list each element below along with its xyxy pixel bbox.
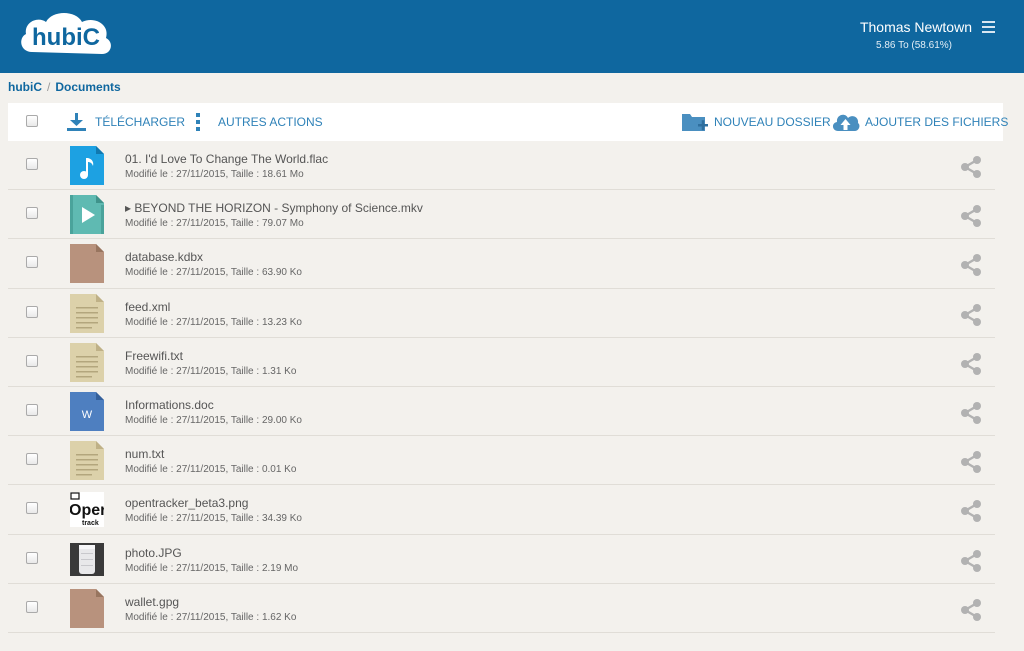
text-file-icon[interactable] <box>70 441 104 481</box>
file-meta: Modifié le : 27/11/2015, Taille : 0.01 K… <box>125 464 297 476</box>
generic-file-icon[interactable] <box>70 588 104 628</box>
share-icon[interactable] <box>959 204 983 228</box>
file-meta: Modifié le : 27/11/2015, Taille : 29.00 … <box>125 414 302 426</box>
user-block[interactable]: Thomas Newtown 5.86 To (58.61%) <box>860 18 972 53</box>
file-name[interactable]: num.txt <box>125 447 164 461</box>
toolbar: TÉLÉCHARGER AUTRES ACTIONS NOUVEAU DOSSI… <box>8 103 1008 141</box>
generic-file-icon[interactable] <box>70 244 104 284</box>
row-checkbox[interactable] <box>26 403 38 416</box>
breadcrumb: hubiC / Documents <box>8 80 121 94</box>
file-name[interactable]: feed.xml <box>125 300 170 314</box>
download-label: TÉLÉCHARGER <box>95 115 186 129</box>
file-name[interactable]: photo.JPG <box>125 546 182 560</box>
file-meta: Modifié le : 27/11/2015, Taille : 1.62 K… <box>125 611 297 623</box>
file-meta: Modifié le : 27/11/2015, Taille : 34.39 … <box>125 513 302 525</box>
file-name[interactable]: opentracker_beta3.png <box>125 496 248 510</box>
file-meta: Modifié le : 27/11/2015, Taille : 2.19 M… <box>125 562 299 574</box>
row-checkbox[interactable] <box>26 453 38 466</box>
new-folder-label: NOUVEAU DOSSIER <box>714 115 831 129</box>
file-row[interactable]: photo.JPG Modifié le : 27/11/2015, Taill… <box>8 535 995 584</box>
row-checkbox[interactable] <box>26 502 38 515</box>
file-name[interactable]: wallet.gpg <box>125 595 179 609</box>
share-icon[interactable] <box>959 155 983 179</box>
image-thumbnail-icon[interactable]: Oper track <box>70 490 104 529</box>
file-row[interactable]: database.kdbx Modifié le : 27/11/2015, T… <box>8 239 995 289</box>
file-meta: Modifié le : 27/11/2015, Taille : 79.07 … <box>125 218 304 230</box>
logo-text: hubiC <box>32 24 100 51</box>
file-row[interactable]: 01. I'd Love To Change The World.flac Mo… <box>8 141 995 191</box>
app-header: hubiC Thomas Newtown 5.86 To (58.61%) <box>0 0 1024 73</box>
share-icon[interactable] <box>959 598 983 622</box>
file-row[interactable]: ▸ BEYOND THE HORIZON - Symphony of Scien… <box>8 190 995 240</box>
row-checkbox[interactable] <box>26 551 38 564</box>
file-row[interactable]: feed.xml Modifié le : 27/11/2015, Taille… <box>8 289 995 338</box>
share-icon[interactable] <box>959 549 983 573</box>
text-file-icon[interactable] <box>70 342 104 382</box>
share-icon[interactable] <box>959 303 983 327</box>
add-files-label: AJOUTER DES FICHIERS <box>865 115 1009 129</box>
breadcrumb-root[interactable]: hubiC <box>8 80 42 94</box>
row-checkbox[interactable] <box>26 158 38 170</box>
vertical-dots-icon <box>196 113 200 131</box>
file-meta: Modifié le : 27/11/2015, Taille : 1.31 K… <box>125 365 297 377</box>
file-row[interactable]: Freewifi.txt Modifié le : 27/11/2015, Ta… <box>8 338 995 387</box>
row-checkbox[interactable] <box>26 256 38 269</box>
file-name[interactable]: database.kdbx <box>125 250 203 264</box>
file-row[interactable]: W Informations.doc Modifié le : 27/11/20… <box>8 387 995 437</box>
thumbnail-text: Oper <box>70 502 104 519</box>
word-icon-letter: W <box>82 409 93 421</box>
file-row[interactable]: Oper track opentracker_beta3.png Modifié… <box>8 485 995 535</box>
audio-file-icon[interactable] <box>70 146 104 185</box>
add-files-button[interactable]: AJOUTER DES FICHIERS <box>831 103 1008 141</box>
file-meta: Modifié le : 27/11/2015, Taille : 63.90 … <box>125 267 302 279</box>
hubic-logo[interactable]: hubiC <box>16 8 116 60</box>
storage-quota: 5.86 To (58.61%) <box>876 40 952 51</box>
file-name[interactable]: Informations.doc <box>125 398 214 412</box>
file-name[interactable]: ▸ BEYOND THE HORIZON - Symphony of Scien… <box>125 201 423 215</box>
share-icon[interactable] <box>959 499 983 523</box>
file-row[interactable]: wallet.gpg Modifié le : 27/11/2015, Tail… <box>8 584 995 633</box>
file-list: 01. I'd Love To Change The World.flac Mo… <box>8 141 995 633</box>
row-checkbox[interactable] <box>26 305 38 318</box>
row-checkbox[interactable] <box>26 354 38 367</box>
row-checkbox[interactable] <box>26 207 38 220</box>
share-icon[interactable] <box>959 253 983 277</box>
share-icon[interactable] <box>959 401 983 425</box>
new-folder-icon <box>682 114 708 131</box>
file-meta: Modifié le : 27/11/2015, Taille : 13.23 … <box>125 316 302 328</box>
select-all-checkbox[interactable] <box>26 115 38 127</box>
download-button[interactable]: TÉLÉCHARGER <box>66 103 185 141</box>
user-name[interactable]: Thomas Newtown <box>860 18 972 36</box>
photo-thumbnail-icon[interactable] <box>70 540 104 579</box>
file-meta: Modifié le : 27/11/2015, Taille : 18.61 … <box>125 169 304 180</box>
text-file-icon[interactable] <box>70 293 104 333</box>
more-actions-button[interactable]: AUTRES ACTIONS <box>195 103 323 141</box>
breadcrumb-separator: / <box>47 80 51 94</box>
row-checkbox[interactable] <box>26 600 38 613</box>
hamburger-menu-icon[interactable] <box>982 21 995 33</box>
thumbnail-subtext: track <box>82 520 99 527</box>
file-name[interactable]: Freewifi.txt <box>125 349 183 363</box>
file-name[interactable]: 01. I'd Love To Change The World.flac <box>125 152 328 166</box>
share-icon[interactable] <box>959 450 983 474</box>
new-folder-button[interactable]: NOUVEAU DOSSIER <box>681 103 831 141</box>
word-file-icon[interactable]: W <box>70 391 104 431</box>
breadcrumb-current[interactable]: Documents <box>55 80 120 94</box>
file-row[interactable]: num.txt Modifié le : 27/11/2015, Taille … <box>8 436 995 486</box>
cloud-upload-icon <box>832 114 860 131</box>
share-icon[interactable] <box>959 352 983 376</box>
download-icon <box>67 113 86 131</box>
more-actions-label: AUTRES ACTIONS <box>218 115 323 129</box>
video-file-icon[interactable] <box>70 195 104 235</box>
